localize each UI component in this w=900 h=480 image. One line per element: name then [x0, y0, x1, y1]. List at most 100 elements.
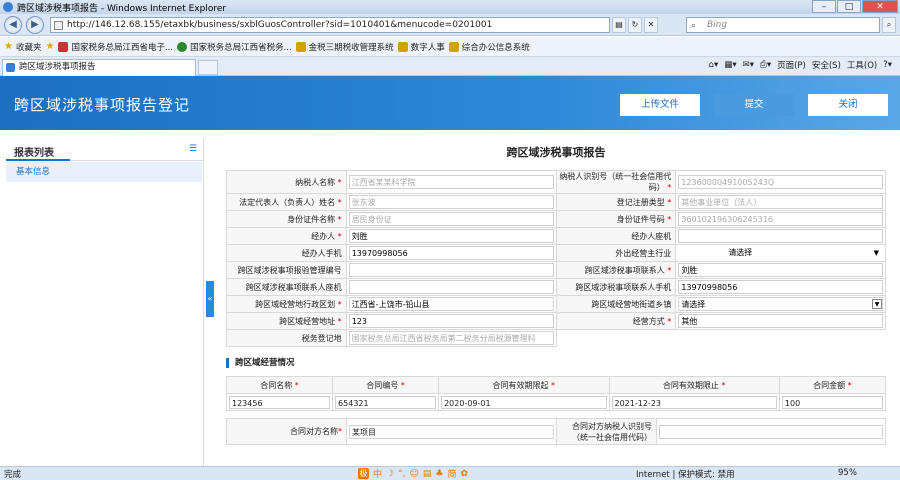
feeds-icon[interactable]: ▦▾: [724, 60, 736, 70]
contract-cell-input[interactable]: 100: [781, 395, 883, 409]
select-field[interactable]: 请选择 ▼: [678, 297, 883, 311]
close-window-button[interactable]: ✕: [862, 0, 898, 13]
select-field[interactable]: 请选择 ▼: [678, 246, 883, 260]
field-label: 跨区域涉税事项联系人手机: [555, 278, 677, 296]
input-field[interactable]: 其他: [678, 314, 883, 328]
list-icon[interactable]: ☰: [189, 144, 199, 154]
mail-icon[interactable]: ✉▾: [743, 60, 754, 70]
field-label: 外出经营主行业: [555, 244, 677, 262]
fav-add-icon[interactable]: ★: [45, 41, 54, 52]
contract-cell-input[interactable]: 123456: [229, 395, 331, 409]
counterparty-name-label: 合同对方名称*: [226, 418, 347, 445]
input-field[interactable]: 国家税务总局江西省税务局第二税务分局税源管理科: [348, 331, 554, 345]
fav-item-2[interactable]: 国家税务总局江西省税务...: [177, 41, 292, 53]
refresh-icon[interactable]: ↻: [628, 17, 642, 33]
maximize-button[interactable]: □: [837, 0, 861, 13]
input-field[interactable]: 12360000491005243Q: [678, 175, 883, 189]
form-row: 法定代表人（负责人）姓名 * 张东波 登记注册类型 * 其他事业单位（法人）: [226, 193, 886, 211]
form-row: 身份证件名称 * 居民身份证 身份证件号码 * 360102196306245316: [226, 210, 886, 228]
home-icon[interactable]: ⌂▾: [709, 60, 719, 70]
dropdown-arrow-icon: ▼: [873, 249, 879, 257]
browser-tab[interactable]: 跨区域涉税事项报告: [2, 59, 196, 76]
fav-item-3[interactable]: 金税三期税收管理系统: [295, 41, 394, 53]
input-field[interactable]: 13970998056: [678, 280, 883, 294]
submit-button[interactable]: 提交: [714, 94, 794, 116]
emoji-icon: ☺: [409, 468, 419, 479]
contract-column-header: 合同编号 *: [332, 376, 440, 394]
input-field[interactable]: 其他事业单位（法人）: [678, 195, 883, 209]
input-field[interactable]: [348, 280, 554, 294]
field-label: 身份证件号码 *: [555, 210, 677, 228]
ime-toolbar[interactable]: 极 中 ☽ °, ☺ ▤ ♣ 简 ✿: [358, 467, 468, 480]
minimize-button[interactable]: –: [812, 0, 836, 13]
back-button[interactable]: ◀: [4, 16, 22, 34]
form-title: 跨区域涉税事项报告: [506, 146, 606, 159]
field-label: 登记注册类型 *: [555, 193, 677, 211]
counterparty-id-label: 合同对方纳税人识别号（统一社会信用代码）: [556, 418, 657, 445]
input-field[interactable]: 江西省-上饶市-铅山县: [348, 297, 554, 311]
form-row: 经办人 * 刘胜 经办人座机: [226, 227, 886, 245]
page-title: 跨区域涉税事项报告登记: [14, 96, 191, 114]
settings-icon: ✿: [460, 468, 469, 479]
tools-menu[interactable]: 工具(O): [847, 59, 877, 71]
form-row: 跨区域涉税事项联系人座机 跨区域涉税事项联系人手机 13970998056: [226, 278, 886, 296]
input-field[interactable]: [348, 263, 554, 277]
input-field[interactable]: 张东波: [348, 195, 554, 209]
field-label: 跨区域涉税事项联系人 *: [555, 261, 677, 279]
form-row: 跨区域涉税事项报验管理编号 跨区域涉税事项联系人 * 刘胜: [226, 261, 886, 279]
fav-item-1[interactable]: 国家税务总局江西省电子...: [58, 41, 173, 53]
status-text: 完成: [4, 470, 22, 480]
search-icon[interactable]: ⌕: [882, 17, 896, 33]
input-field[interactable]: 江西省某某科学院: [348, 175, 554, 189]
contract-cell-input[interactable]: 2020-09-01: [441, 395, 607, 409]
collapse-sidebar-button[interactable]: «: [206, 281, 214, 317]
input-field[interactable]: 13970998056: [348, 246, 554, 260]
input-field[interactable]: [678, 229, 883, 243]
page-menu[interactable]: 页面(P): [777, 59, 806, 71]
contract-table: 合同名称 * 合同编号 * 合同有效期限起 * 合同有效期限止 * 合同金额 * 123…: [225, 376, 887, 411]
stop-icon[interactable]: ✕: [644, 17, 658, 33]
contract-column-header: 合同有效期限起 *: [438, 376, 610, 394]
favorites-button[interactable]: ★ 收藏夹: [4, 41, 41, 53]
field-label: 跨区域经营地街道乡镇: [555, 295, 677, 313]
field-label: 经营方式 *: [555, 312, 677, 330]
new-tab-button[interactable]: [198, 60, 218, 75]
security-zone: Internet | 保护模式: 禁用: [636, 470, 735, 480]
input-field[interactable]: 居民身份证: [348, 212, 554, 226]
safety-menu[interactable]: 安全(S): [812, 59, 841, 71]
contract-column-header: 合同金额 *: [778, 376, 887, 394]
url-field[interactable]: http://146.12.68.155/etaxbk/business/sxb…: [50, 17, 610, 33]
input-field[interactable]: 123: [348, 314, 554, 328]
upload-file-button[interactable]: 上传文件: [620, 94, 700, 116]
input-field[interactable]: 刘胜: [678, 263, 883, 277]
counterparty-id-input[interactable]: [659, 424, 883, 439]
field-label: 跨区域涉税事项联系人座机: [226, 278, 347, 296]
sidebar-title: 报表列表: [14, 148, 54, 159]
help-icon[interactable]: ?▾: [883, 60, 892, 70]
contract-cell-input[interactable]: 654321: [335, 395, 437, 409]
close-button[interactable]: 关闭: [808, 94, 888, 116]
fav-item-5[interactable]: 综合办公信息系统: [448, 41, 530, 53]
zoom-level[interactable]: 95%: [838, 468, 857, 478]
fav-item-4[interactable]: 数字人事: [397, 41, 445, 53]
page-icon: [54, 21, 63, 30]
window-title: 跨区域涉税事项报告 - Windows Internet Explorer: [17, 3, 227, 14]
ime-logo-icon: 极: [358, 468, 369, 479]
counterparty-name-input[interactable]: 某项目: [349, 424, 554, 439]
sidebar-item-basic-info[interactable]: 基本信息: [6, 162, 202, 182]
form-row: 跨区域经营地行政区划 * 江西省-上饶市-铅山县 跨区域经营地街道乡镇 请选择 ▼: [226, 295, 886, 313]
field-label: 经办人座机: [555, 227, 677, 245]
print-icon[interactable]: ⎙▾: [760, 60, 771, 70]
status-bar: 完成 极 中 ☽ °, ☺ ▤ ♣ 简 ✿ Internet | 保护模式: 禁…: [0, 466, 900, 480]
tab-page-icon: [6, 63, 15, 72]
contract-cell-input[interactable]: 2021-12-23: [611, 395, 777, 409]
field-label: 跨区域经营地行政区划 *: [226, 295, 347, 313]
compat-view-icon[interactable]: ▤: [612, 17, 626, 33]
search-input[interactable]: ⌕ Bing: [686, 17, 880, 33]
input-field[interactable]: 360102196306245316: [678, 212, 883, 226]
field-label: 纳税人名称 *: [226, 170, 347, 194]
bing-icon: ⌕: [691, 21, 697, 31]
forward-button[interactable]: ▶: [26, 16, 44, 34]
form-row: 税务登记地 国家税务总局江西省税务局第二税务分局税源管理科: [226, 329, 886, 347]
input-field[interactable]: 刘胜: [348, 229, 554, 243]
